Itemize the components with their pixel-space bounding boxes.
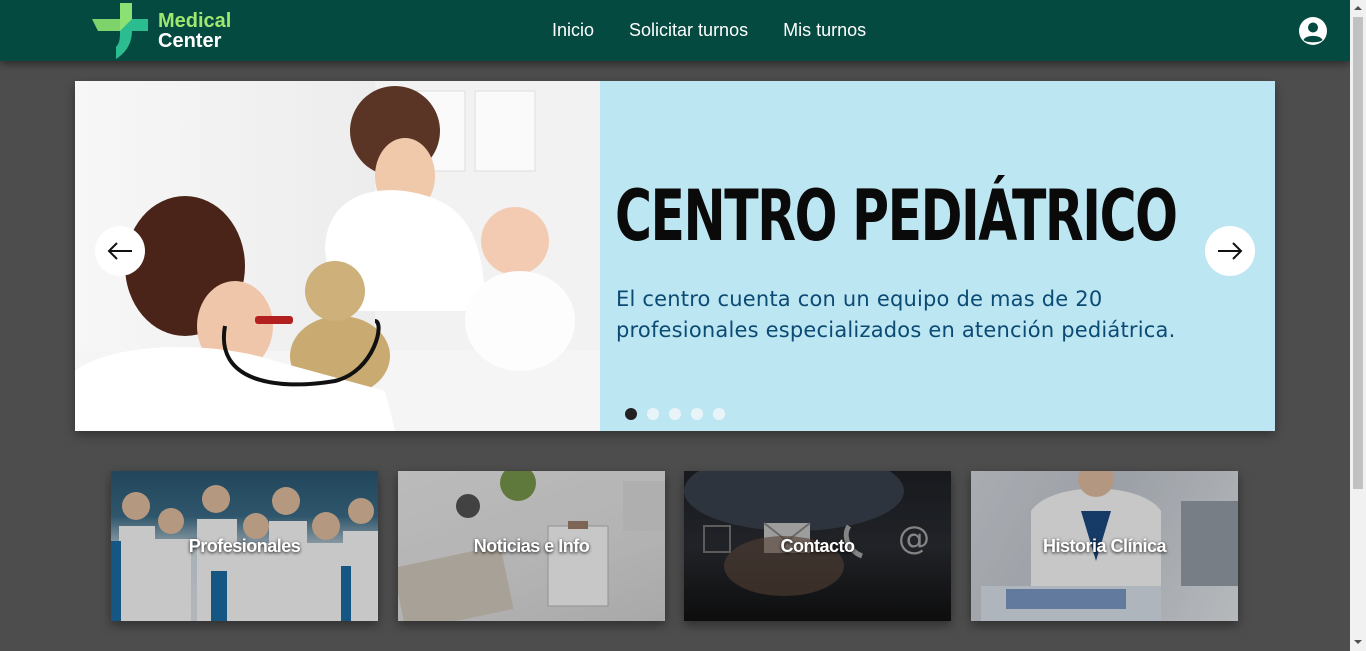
slide-image-pediatrics (75, 81, 600, 431)
card-label-historia-clinica: Historia Clínica (1042, 535, 1167, 556)
arrow-left-icon (107, 242, 132, 260)
card-label-contacto: Contacto (780, 535, 856, 556)
brand-line-2: Center (158, 30, 222, 52)
card-profesionales[interactable]: Profesionales (111, 471, 378, 621)
nav-menu: Inicio Solicitar turnos Mis turnos (552, 0, 901, 61)
brand-logo[interactable]: Medical Center (92, 3, 252, 59)
carousel-dot-2[interactable] (647, 408, 659, 420)
carousel-indicators (625, 408, 735, 420)
carousel-dot-5[interactable] (713, 408, 725, 420)
scroll-down-arrow-icon[interactable] (1350, 634, 1366, 650)
logo-icon (92, 3, 154, 59)
card-historia-clinica[interactable]: Historia Clínica (971, 471, 1238, 621)
nav-link-mis-turnos[interactable]: Mis turnos (783, 20, 866, 41)
card-label-profesionales: Profesionales (188, 535, 301, 556)
carousel-dot-4[interactable] (691, 408, 703, 420)
carousel-prev-button[interactable] (95, 226, 145, 276)
card-contacto[interactable]: @ Contacto (684, 471, 951, 621)
user-account-icon[interactable] (1298, 16, 1328, 46)
carousel-dot-1[interactable] (625, 408, 637, 420)
hero-carousel: CENTRO PEDIÁTRICO El centro cuenta con u… (75, 81, 1275, 431)
arrow-right-icon (1218, 242, 1243, 260)
carousel-next-button[interactable] (1205, 226, 1255, 276)
carousel-dot-3[interactable] (669, 408, 681, 420)
brand-name: Medical Center (158, 11, 231, 51)
card-label-noticias-info: Noticias e Info (473, 535, 590, 556)
card-noticias-info[interactable]: Noticias e Info (398, 471, 665, 621)
brand-line-1: Medical (158, 10, 232, 32)
nav-link-inicio[interactable]: Inicio (552, 20, 594, 41)
scrollbar-thumb[interactable] (1353, 17, 1363, 489)
nav-link-solicitar-turnos[interactable]: Solicitar turnos (629, 20, 748, 41)
slide-description: El centro cuenta con un equipo de mas de… (616, 287, 1176, 342)
scroll-up-arrow-icon[interactable] (1350, 0, 1366, 16)
navbar: Medical Center Inicio Solicitar turnos M… (0, 0, 1350, 61)
slide-title: CENTRO PEDIÁTRICO (615, 175, 1178, 257)
page-scrollbar[interactable] (1350, 0, 1366, 651)
